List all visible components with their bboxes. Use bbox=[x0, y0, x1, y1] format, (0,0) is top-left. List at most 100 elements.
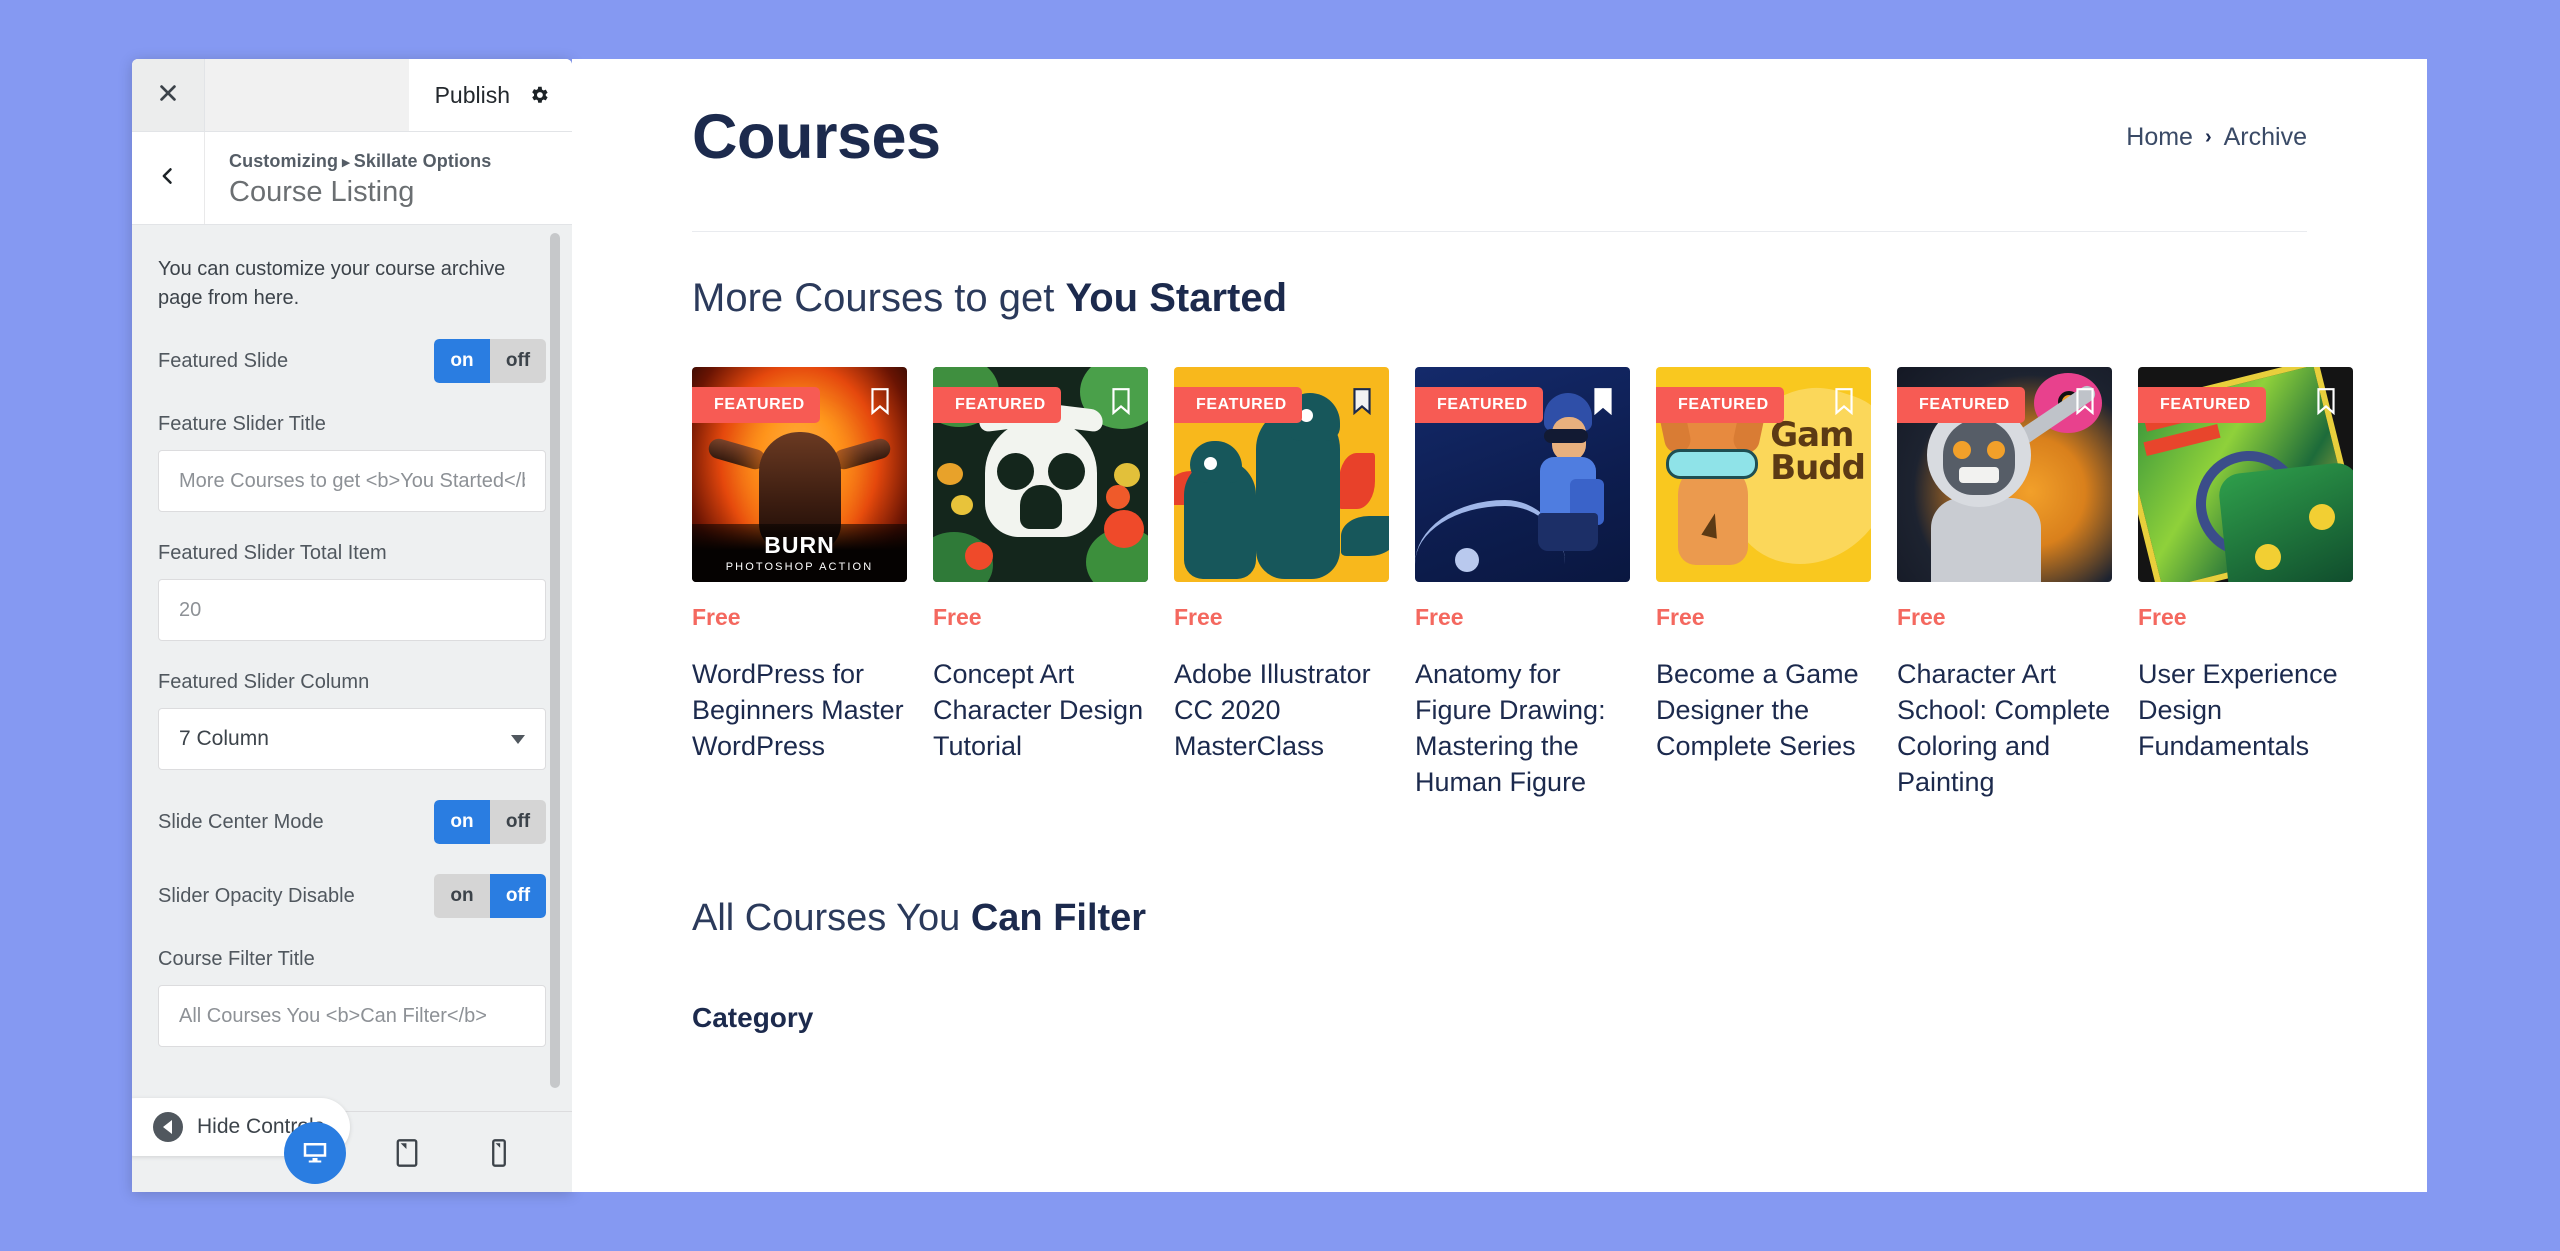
customizer-footer: Hide Controls bbox=[132, 1098, 572, 1192]
feature-slider-title-input[interactable] bbox=[158, 450, 546, 512]
featured-section-title: More Courses to get You Started bbox=[692, 276, 2307, 321]
featured-slider-total-item-input[interactable] bbox=[158, 579, 546, 641]
course-thumbnail[interactable]: FEATURED bbox=[1174, 367, 1389, 582]
toggle-off-option[interactable]: off bbox=[490, 800, 546, 844]
course-card[interactable]: FEATURED Free Anatomy for Figure Drawing… bbox=[1415, 367, 1630, 801]
bookmark-icon[interactable] bbox=[1592, 387, 1614, 415]
course-price: Free bbox=[1415, 604, 1464, 630]
course-price: Free bbox=[2138, 604, 2187, 630]
panel-title: Course Listing bbox=[229, 176, 415, 208]
featured-badge: FEATURED bbox=[692, 387, 820, 423]
toggle-off-option[interactable]: off bbox=[490, 874, 546, 918]
toggle-on-option[interactable]: on bbox=[434, 874, 490, 918]
close-customizer-button[interactable] bbox=[132, 59, 205, 131]
chevron-down-icon bbox=[511, 734, 525, 744]
control-label: Slide Center Mode bbox=[158, 810, 324, 833]
breadcrumb-root: Customizing bbox=[229, 151, 339, 171]
course-card[interactable]: Gam Budd FEATURED Free Become a Game Desi… bbox=[1656, 367, 1871, 801]
course-thumbnail[interactable]: Gam Budd FEATURED bbox=[1656, 367, 1871, 582]
featured-slide-toggle[interactable]: on off bbox=[434, 339, 546, 383]
breadcrumb: Home › Archive bbox=[2126, 123, 2307, 152]
course-title[interactable]: Adobe Illustrator CC 2020 MasterClass bbox=[1174, 657, 1389, 765]
mobile-preview-button[interactable] bbox=[468, 1122, 530, 1184]
control-label: Feature Slider Title bbox=[158, 413, 326, 435]
course-price: Free bbox=[1174, 604, 1223, 630]
toggle-off-option[interactable]: off bbox=[490, 339, 546, 383]
control-slider-opacity-disable: Slider Opacity Disable on off bbox=[158, 874, 546, 918]
artwork-text-main: Gam Budd bbox=[1770, 415, 1866, 489]
sidebar-scrollbar-track[interactable] bbox=[550, 225, 566, 1192]
toggle-on-option[interactable]: on bbox=[434, 339, 490, 383]
course-card[interactable]: BURN PHOTOSHOP ACTION FEATURED Free Word… bbox=[692, 367, 907, 801]
featured-course-slider: BURN PHOTOSHOP ACTION FEATURED Free Word… bbox=[692, 367, 2427, 801]
desktop-preview-button[interactable] bbox=[284, 1122, 346, 1184]
control-feature-slider-title: Feature Slider Title bbox=[158, 413, 546, 512]
bookmark-icon[interactable] bbox=[1351, 387, 1373, 415]
course-card[interactable]: FEATURED Free Adobe Illustrator CC 2020 … bbox=[1174, 367, 1389, 801]
category-label: Category bbox=[692, 1001, 814, 1033]
featured-badge: FEATURED bbox=[933, 387, 1061, 423]
bookmark-icon[interactable] bbox=[869, 387, 891, 415]
toggle-on-option[interactable]: on bbox=[434, 800, 490, 844]
control-featured-slider-total-item: Featured Slider Total Item bbox=[158, 542, 546, 641]
panel-title-group: Customizing ▸ Skillate Options Course List… bbox=[205, 132, 491, 224]
course-thumbnail[interactable]: FEATURED bbox=[2138, 367, 2353, 582]
control-label: Featured Slide bbox=[158, 349, 289, 372]
header-divider bbox=[692, 231, 2307, 232]
course-thumbnail[interactable]: FEATURED bbox=[1897, 367, 2112, 582]
section-title-normal: More Courses to get bbox=[692, 276, 1066, 320]
breadcrumb-home-link[interactable]: Home bbox=[2126, 123, 2193, 152]
slide-center-mode-toggle[interactable]: on off bbox=[434, 800, 546, 844]
course-thumbnail[interactable]: FEATURED bbox=[933, 367, 1148, 582]
slider-opacity-disable-toggle[interactable]: on off bbox=[434, 874, 546, 918]
control-label: Featured Slider Column bbox=[158, 671, 370, 693]
course-price: Free bbox=[933, 604, 982, 630]
course-title[interactable]: Concept Art Character Design Tutorial bbox=[933, 657, 1148, 765]
filter-title-normal: All Courses You bbox=[692, 896, 971, 939]
tablet-preview-button[interactable] bbox=[376, 1122, 438, 1184]
course-thumbnail[interactable]: BURN PHOTOSHOP ACTION FEATURED bbox=[692, 367, 907, 582]
publish-area: Publish bbox=[205, 59, 572, 131]
desktop-icon bbox=[300, 1138, 330, 1168]
publish-button[interactable]: Publish bbox=[408, 59, 572, 131]
course-title[interactable]: Become a Game Designer the Complete Seri… bbox=[1656, 657, 1871, 765]
control-label: Featured Slider Total Item bbox=[158, 542, 387, 564]
featured-slider-column-select[interactable]: 7 Column bbox=[158, 708, 546, 770]
collapse-arrow-icon bbox=[153, 1112, 183, 1142]
chevron-left-icon bbox=[158, 166, 178, 191]
breadcrumb-separator-icon: ▸ bbox=[342, 154, 350, 171]
featured-badge: FEATURED bbox=[1174, 387, 1302, 423]
bookmark-icon[interactable] bbox=[1833, 387, 1855, 415]
bookmark-icon[interactable] bbox=[2074, 387, 2096, 415]
course-filter-title-input[interactable] bbox=[158, 985, 546, 1047]
bookmark-icon[interactable] bbox=[1110, 387, 1132, 415]
control-label: Slider Opacity Disable bbox=[158, 884, 355, 907]
course-title[interactable]: Character Art School: Complete Coloring … bbox=[1897, 657, 2112, 801]
control-featured-slider-column: Featured Slider Column 7 Column bbox=[158, 671, 546, 770]
filter-section-title: All Courses You Can Filter bbox=[692, 897, 2307, 940]
course-card[interactable]: FEATURED Free Concept Art Character Desi… bbox=[933, 367, 1148, 801]
breadcrumb-current: Archive bbox=[2223, 122, 2307, 151]
artwork-text-sub: PHOTOSHOP ACTION bbox=[725, 560, 874, 573]
filter-title-bold: Can Filter bbox=[970, 896, 1147, 939]
publish-label: Publish bbox=[434, 81, 510, 108]
select-value: 7 Column bbox=[179, 727, 269, 750]
course-price: Free bbox=[1897, 604, 1946, 630]
sidebar-scrollbar-thumb[interactable] bbox=[550, 233, 560, 1088]
control-slide-center-mode: Slide Center Mode on off bbox=[158, 800, 546, 844]
panel-description: You can customize your course archive pa… bbox=[158, 258, 506, 309]
course-card[interactable]: FEATURED Free User Experience Design Fun… bbox=[2138, 367, 2353, 801]
back-button[interactable] bbox=[132, 132, 205, 224]
wp-customizer-panel: Publish Customizing ▸ Skillate Options Cou… bbox=[132, 59, 572, 1192]
featured-badge: FEATURED bbox=[1656, 387, 1784, 423]
course-title[interactable]: Anatomy for Figure Drawing: Mastering th… bbox=[1415, 657, 1630, 801]
course-title[interactable]: User Experience Design Fundamentals bbox=[2138, 657, 2353, 765]
gear-icon[interactable] bbox=[528, 84, 550, 106]
course-card[interactable]: FEATURED Free Character Art School: Comp… bbox=[1897, 367, 2112, 801]
featured-badge: FEATURED bbox=[1415, 387, 1543, 423]
bookmark-icon[interactable] bbox=[2315, 387, 2337, 415]
course-title[interactable]: WordPress for Beginners Master WordPress bbox=[692, 657, 907, 765]
customizer-breadcrumb: Customizing ▸ Skillate Options bbox=[229, 151, 491, 172]
course-thumbnail[interactable]: FEATURED bbox=[1415, 367, 1630, 582]
mobile-icon bbox=[489, 1138, 509, 1168]
